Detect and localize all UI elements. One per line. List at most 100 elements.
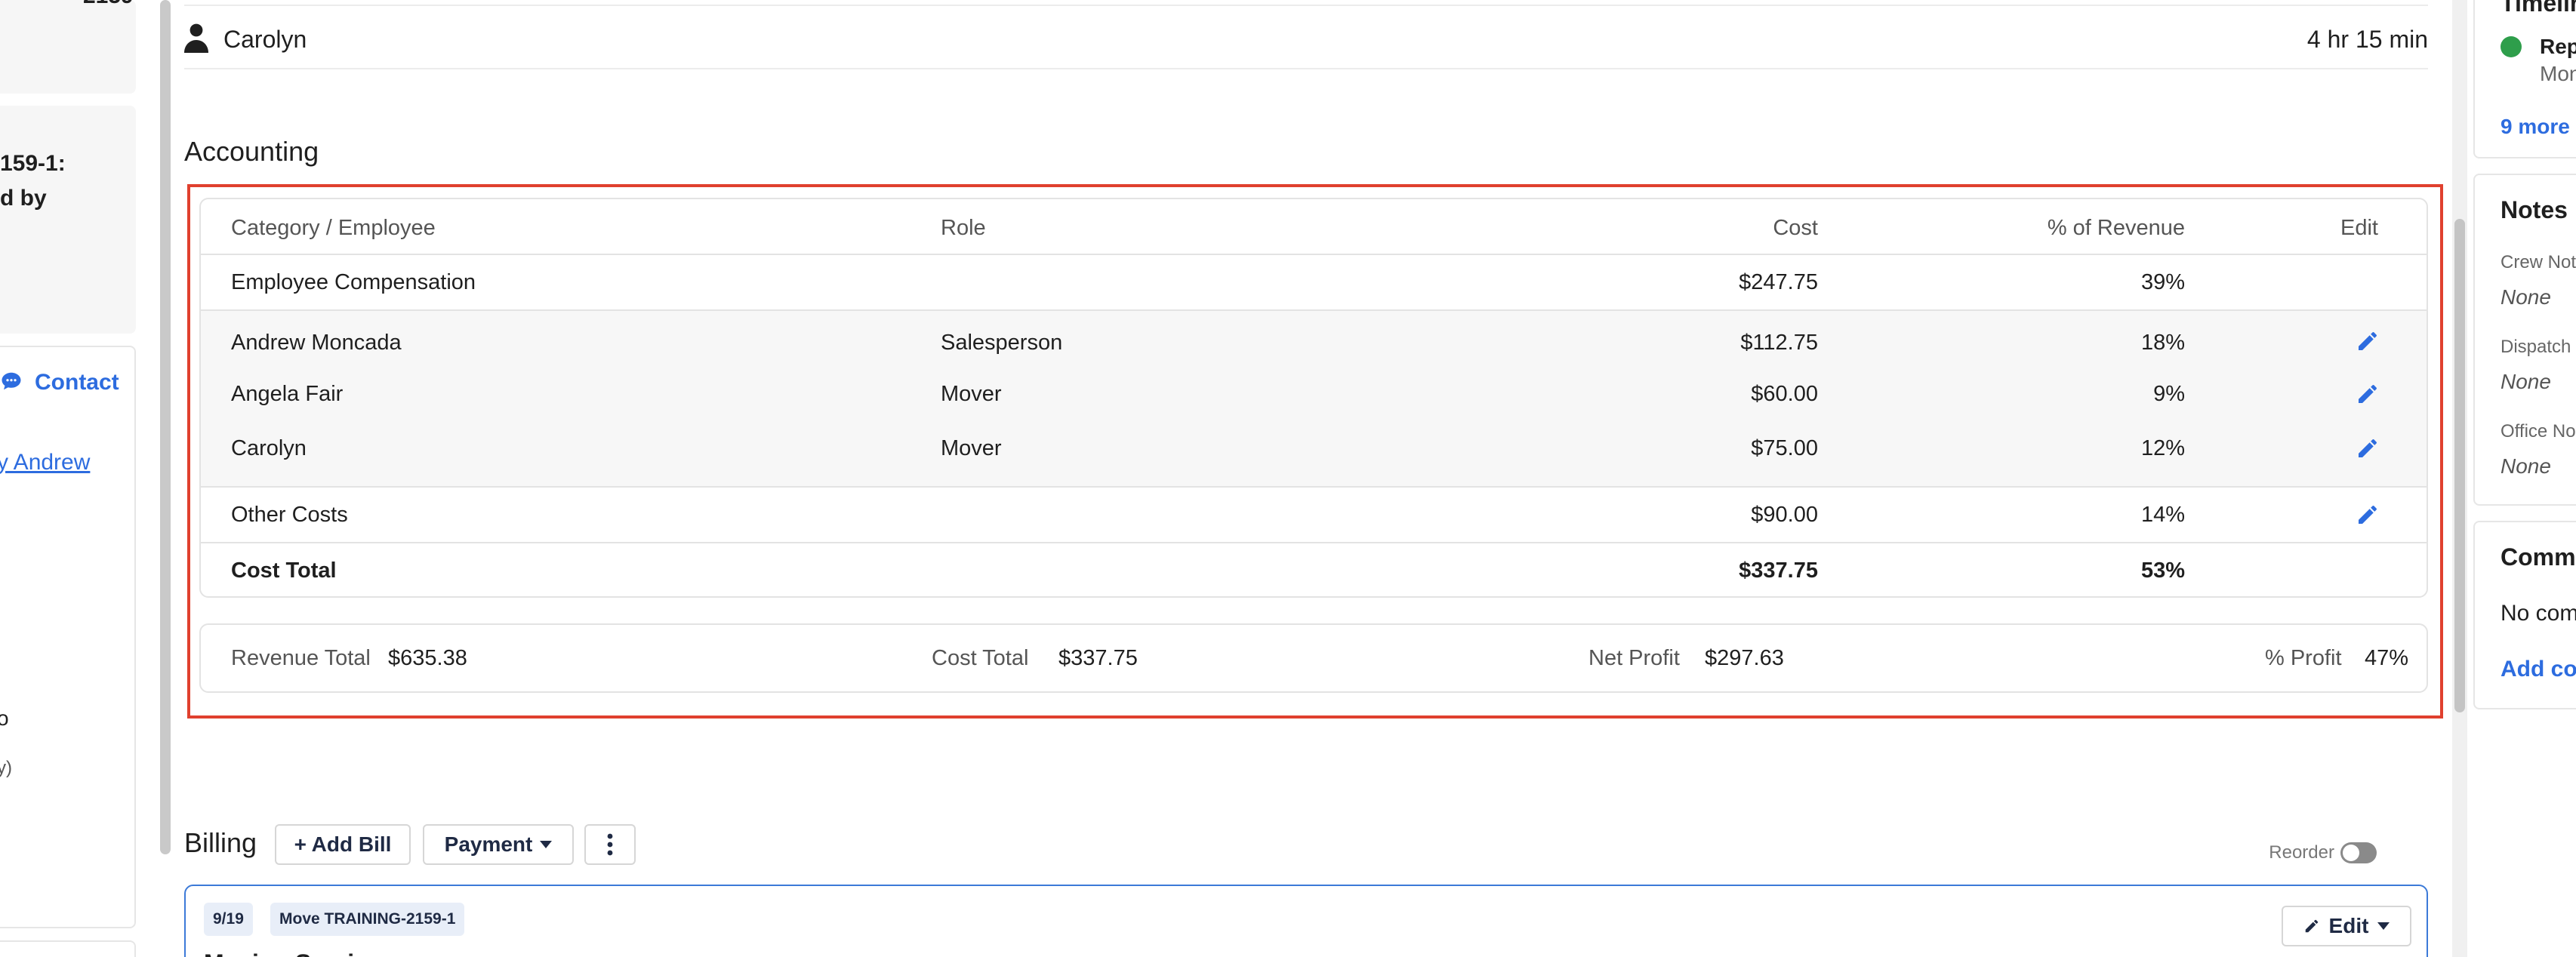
header-edit: Edit [2340, 216, 2378, 240]
add-bill-label: + Add Bill [294, 832, 392, 856]
employee-revenue: 18% [2140, 331, 2185, 355]
bill-subtitle: Moving Services [204, 949, 395, 957]
timeline-item-title: Rep [2540, 35, 2576, 58]
crew-notes-label: Crew Not [2501, 252, 2576, 272]
net-profit-label: Net Profit [1588, 646, 1680, 670]
left-card-top-text: 2159 [83, 0, 134, 9]
timeline-more-link[interactable]: 9 more [2501, 115, 2570, 139]
main-scrollbar[interactable] [2454, 219, 2465, 712]
employee-role: Salesperson [941, 331, 1063, 355]
timeline-card: Timelin Rep Mon 9 more [2473, 0, 2576, 158]
left-card-bottom [0, 940, 136, 957]
pencil-icon[interactable] [2356, 382, 2380, 406]
bill-date-tag: 9/19 [204, 903, 253, 936]
employee-role: Mover [941, 436, 1002, 460]
header-revenue: % of Revenue [2047, 216, 2185, 240]
table-header: Category / Employee Role Cost % of Reven… [201, 199, 2427, 255]
dispatch-notes-label: Dispatch [2501, 337, 2571, 357]
pencil-icon[interactable] [2356, 436, 2380, 460]
employee-cost: $75.00 [1751, 436, 1818, 460]
user-link[interactable]: y Andrew [0, 450, 90, 475]
compensation-label: Employee Compensation [231, 270, 476, 294]
table-row: Carolyn Mover $75.00 12% [201, 420, 2427, 474]
left-card-top: 2159 [0, 0, 136, 94]
bill-card: 9/19 Move TRAINING-2159-1 Moving Service… [184, 885, 2428, 957]
bill-move-tag: Move TRAINING-2159-1 [270, 903, 465, 936]
bill-edit-label: Edit [2328, 914, 2369, 937]
accounting-title: Accounting [184, 136, 319, 167]
crew-row: Carolyn 4 hr 15 min [184, 5, 2428, 69]
left-card-line-1: 159-1: [0, 151, 66, 176]
no-comments-text: No com [2501, 601, 2576, 626]
left-card-line-2: d by [0, 186, 47, 211]
bill-edit-button[interactable]: Edit [2282, 906, 2411, 946]
main-scrollbar-left[interactable] [160, 0, 171, 854]
timeline-item-subtitle: Mon [2540, 62, 2576, 85]
add-bill-button[interactable]: + Add Bill [275, 824, 411, 865]
cost-total-cost: $337.75 [1739, 559, 1818, 583]
accounting-table: Category / Employee Role Cost % of Reven… [199, 198, 2428, 598]
office-notes-value: None [2501, 454, 2551, 478]
pencil-icon[interactable] [2356, 329, 2380, 353]
revenue-total-value: $635.38 [388, 646, 467, 670]
employee-cost: $60.00 [1751, 382, 1818, 406]
cost-total-revenue: 53% [2140, 559, 2185, 583]
crew-duration: 4 hr 15 min [2306, 26, 2428, 53]
add-comment-link[interactable]: Add con [2501, 657, 2576, 682]
other-costs-revenue: 14% [2140, 503, 2185, 527]
header-category: Category / Employee [231, 216, 436, 240]
contact-link[interactable]: Contact [35, 370, 119, 395]
accounting-summary: Revenue Total $635.38 Cost Total $337.75… [199, 623, 2428, 693]
caret-down-icon [540, 841, 553, 848]
left-card-contact: Contact y Andrew o y) [0, 346, 136, 928]
employee-name: Andrew Moncada [231, 331, 402, 355]
left-card-line-o: o [0, 706, 9, 730]
employee-rows: Andrew Moncada Salesperson $112.75 18% A… [201, 311, 2427, 488]
pencil-icon [2305, 919, 2318, 933]
dispatch-notes-value: None [2501, 370, 2551, 393]
comments-card: Comme No com Add con [2473, 521, 2576, 709]
table-row-cost-total: Cost Total $337.75 53% [201, 543, 2427, 596]
employee-name: Angela Fair [231, 382, 344, 406]
table-row: Angela Fair Mover $60.00 9% [201, 365, 2427, 420]
payment-dropdown-button[interactable]: Payment [423, 824, 574, 865]
compensation-revenue: 39% [2140, 270, 2185, 294]
reorder-label: Reorder [2269, 842, 2334, 863]
other-costs-label: Other Costs [231, 503, 348, 527]
office-notes-label: Office No [2501, 421, 2576, 442]
cost-total-label: Cost Total [231, 559, 337, 583]
kebab-icon [607, 833, 613, 856]
revenue-total-label: Revenue Total [231, 646, 371, 670]
table-row-other-costs: Other Costs $90.00 14% [201, 488, 2427, 543]
timeline-title: Timelin [2501, 0, 2576, 17]
chat-icon [2, 372, 21, 390]
notes-card: Notes Crew Not None Dispatch None Office… [2473, 174, 2576, 506]
left-card-info: 159-1: d by [0, 106, 136, 334]
employee-revenue: 9% [2153, 382, 2185, 406]
summary-cost-total-value: $337.75 [1058, 646, 1138, 670]
reorder-toggle[interactable] [2340, 842, 2377, 863]
table-row-compensation: Employee Compensation $247.75 39% [201, 255, 2427, 311]
status-dot-icon [2501, 36, 2522, 57]
header-cost: Cost [1773, 216, 1818, 240]
payment-label: Payment [444, 832, 533, 856]
employee-name: Carolyn [231, 436, 307, 460]
employee-cost: $112.75 [1740, 331, 1818, 355]
left-panel: 2159 159-1: d by Contact y Andrew o y) [0, 0, 139, 957]
crew-name: Carolyn [223, 26, 307, 53]
percent-profit-label: % Profit [2265, 646, 2342, 670]
billing-title: Billing [184, 827, 257, 858]
net-profit-value: $297.63 [1705, 646, 1784, 670]
employee-role: Mover [941, 382, 1002, 406]
person-icon [184, 23, 208, 53]
header-role: Role [941, 216, 986, 240]
table-row: Andrew Moncada Salesperson $112.75 18% [201, 311, 2427, 370]
more-options-button[interactable] [584, 824, 636, 865]
other-costs-cost: $90.00 [1751, 503, 1818, 527]
summary-cost-total-label: Cost Total [932, 646, 1029, 670]
pencil-icon[interactable] [2356, 503, 2380, 527]
comments-title: Comme [2501, 543, 2576, 571]
crew-notes-value: None [2501, 285, 2551, 309]
main-content: Carolyn 4 hr 15 min Accounting Category … [184, 0, 2443, 957]
percent-profit-value: 47% [2365, 646, 2409, 670]
